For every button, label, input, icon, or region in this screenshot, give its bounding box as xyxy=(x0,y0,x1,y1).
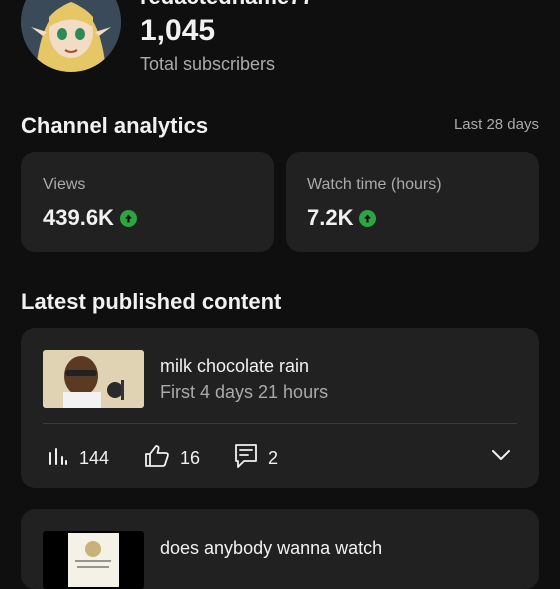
chevron-down-icon[interactable] xyxy=(491,448,511,467)
video-card[interactable]: milk chocolate rain First 4 days 21 hour… xyxy=(21,328,539,488)
watch-time-card[interactable]: Watch time (hours) 7.2K xyxy=(286,152,539,252)
comments-metric: 2 xyxy=(234,443,278,474)
channel-name: redactedname77 xyxy=(140,0,314,10)
views-value: 439.6K xyxy=(43,205,114,230)
latest-content-heading: Latest published content xyxy=(21,289,282,314)
views-metric: 144 xyxy=(47,445,109,472)
subscriber-count: 1,045 xyxy=(140,14,216,47)
date-range-label: Last 28 days xyxy=(453,116,539,133)
thumbs-up-icon xyxy=(144,444,170,473)
bar-chart-icon xyxy=(47,445,69,472)
views-value-row: 439.6K xyxy=(43,205,137,231)
trend-up-icon xyxy=(359,209,377,227)
comment-icon xyxy=(234,443,258,474)
avatar-image xyxy=(21,0,121,72)
views-count: 144 xyxy=(79,448,110,468)
views-label: Views xyxy=(43,176,86,193)
video-title[interactable]: milk chocolate rain xyxy=(160,356,309,377)
likes-count: 16 xyxy=(180,448,201,468)
watch-time-value: 7.2K xyxy=(307,205,354,230)
video-title[interactable]: does anybody wanna watch xyxy=(160,538,382,559)
subscriber-label: Total subscribers xyxy=(140,54,276,74)
channel-avatar[interactable] xyxy=(21,0,121,72)
video-age: First 4 days 21 hours xyxy=(160,382,329,402)
analytics-heading: Channel analytics xyxy=(21,113,209,138)
watch-time-value-row: 7.2K xyxy=(307,205,377,231)
likes-metric: 16 xyxy=(144,444,200,473)
video-card[interactable]: does anybody wanna watch xyxy=(21,509,539,589)
card-divider xyxy=(43,423,517,424)
watch-time-label: Watch time (hours) xyxy=(307,176,442,193)
views-card[interactable]: Views 439.6K xyxy=(21,152,274,252)
video-thumbnail[interactable] xyxy=(43,350,144,408)
comments-count: 2 xyxy=(268,448,279,468)
trend-up-icon xyxy=(119,209,137,227)
video-thumbnail[interactable] xyxy=(43,531,144,589)
